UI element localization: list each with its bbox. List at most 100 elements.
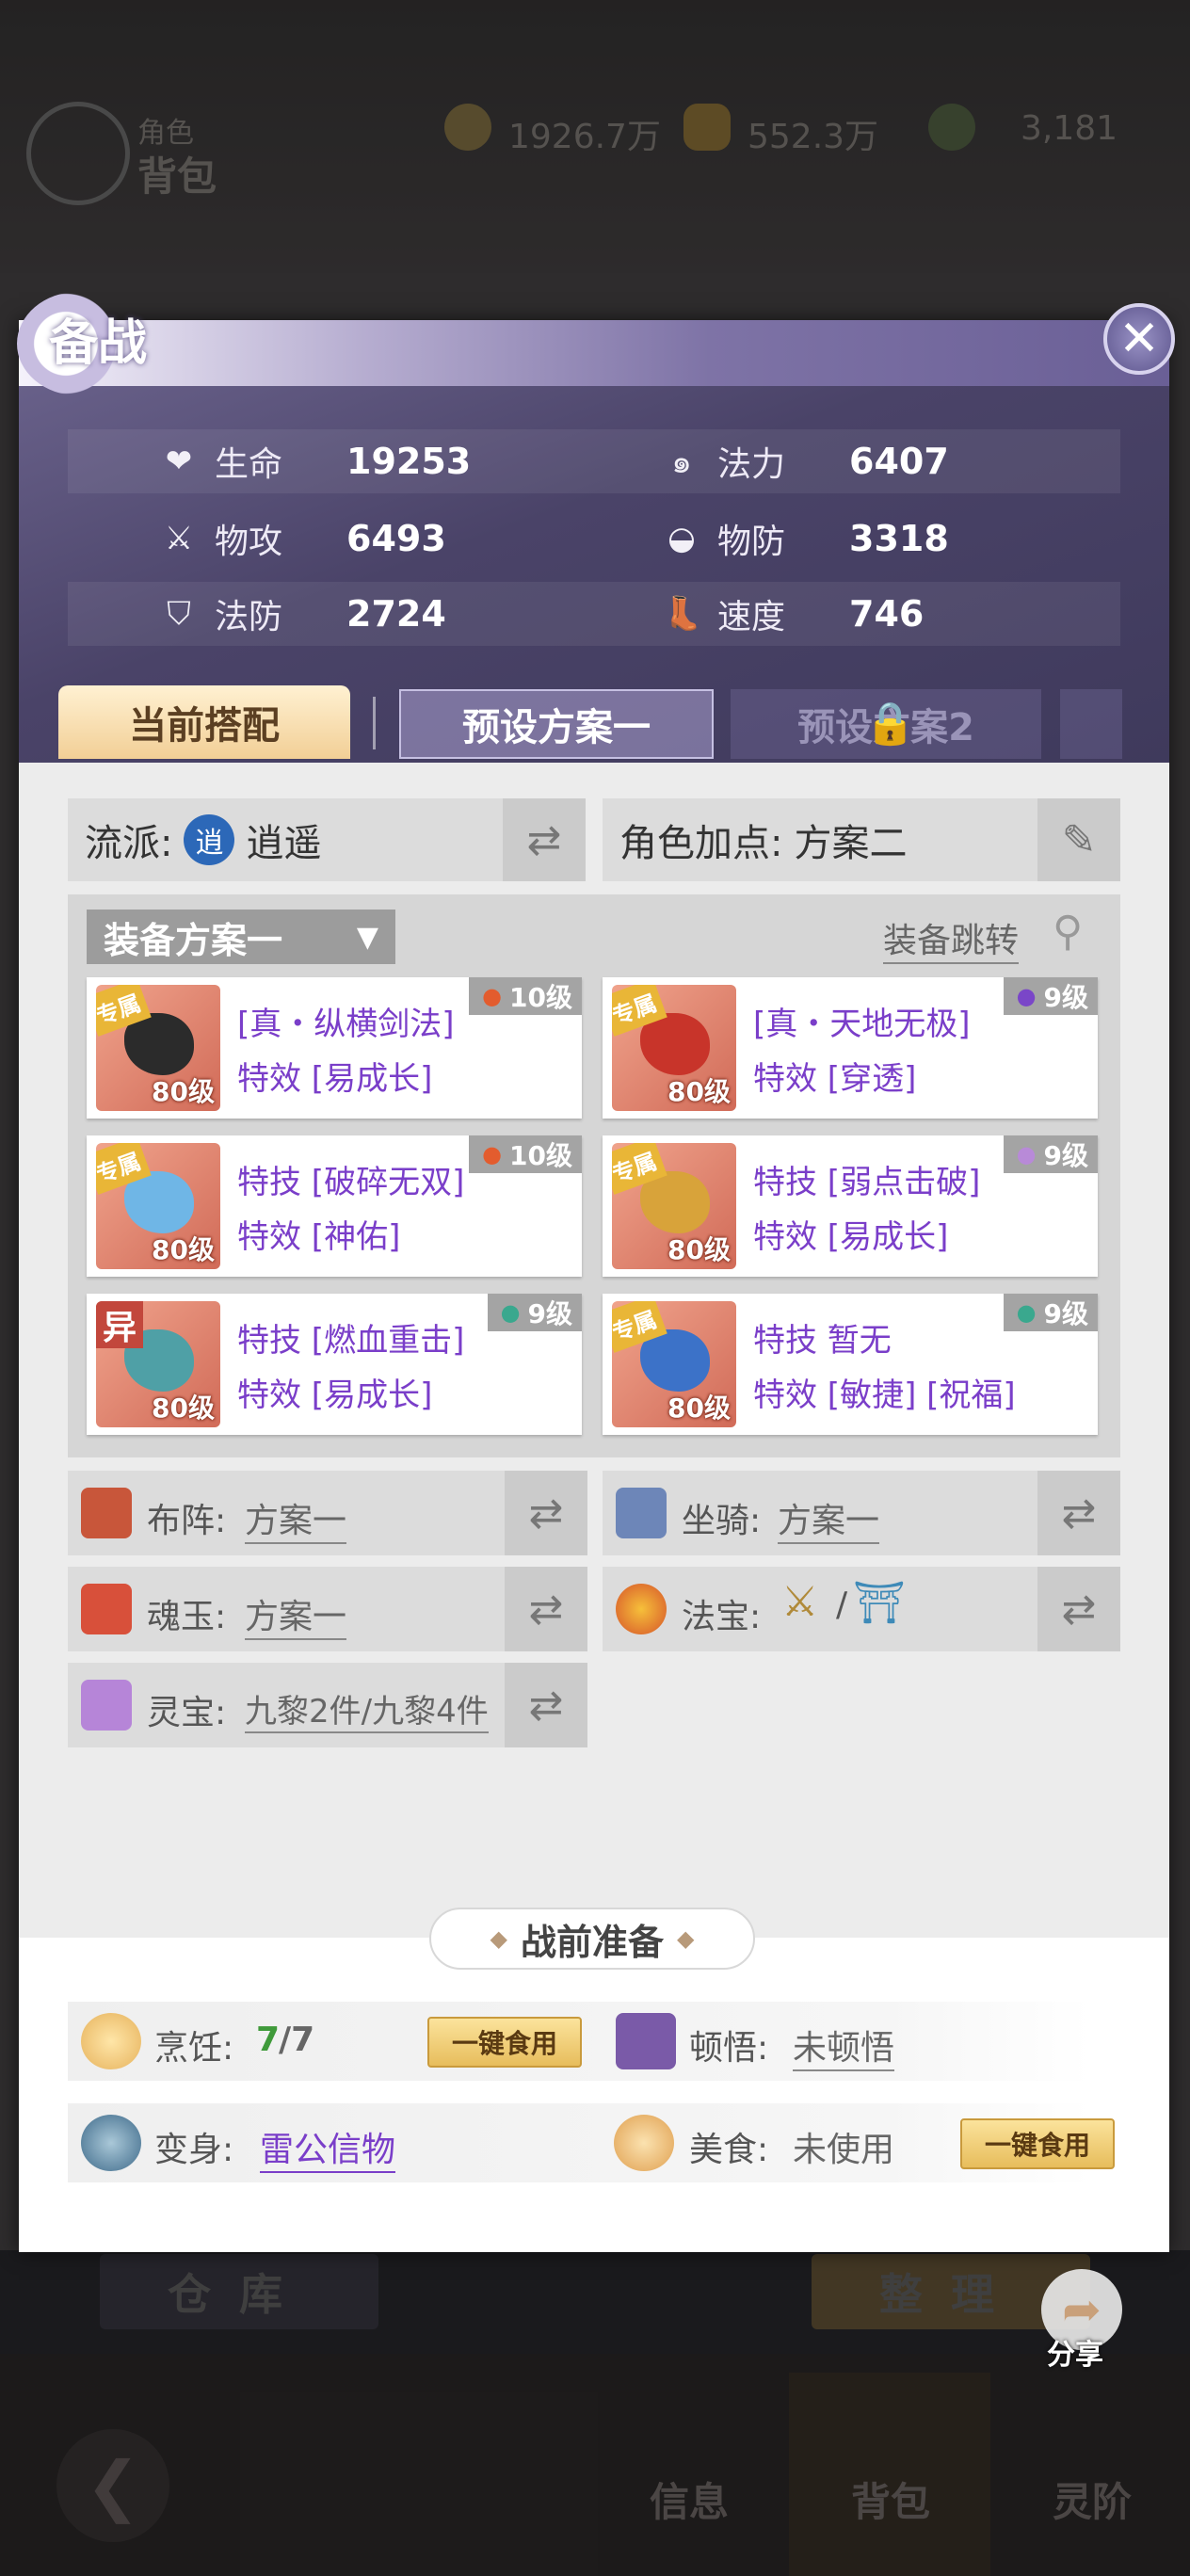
swap-icon: ⇄: [528, 1681, 564, 1730]
stat-patk-label: 物攻: [215, 523, 283, 561]
tab-current-setup[interactable]: 当前搭配: [58, 685, 350, 759]
equipment-card[interactable]: 异 80级 特技 [燃血重击] 特效 [易成长] ● 9级: [87, 1294, 582, 1435]
equipment-line-1: 特技 暂无: [753, 1322, 892, 1360]
mount-swap-button[interactable]: ⇄: [1037, 1471, 1120, 1555]
attr-points-label: 角色加点:: [619, 822, 783, 865]
equipment-icon: 专属 80级: [96, 985, 220, 1111]
formation-label: 布阵:: [147, 1502, 227, 1540]
soul-jade-row: 魂玉: 方案一 ⇄: [68, 1567, 587, 1651]
swirl-icon: ๑: [671, 443, 692, 481]
spirit-treasure-row: 灵宝: 九黎2件/九黎4件 ⇄: [68, 1663, 587, 1747]
cauldron-icon: ⛩: [853, 1579, 906, 1627]
chevron-down-icon: ▼: [356, 920, 378, 954]
insight-value[interactable]: 未顿悟: [793, 2021, 895, 2071]
stat-mp: ๑ 法力 6407: [663, 429, 949, 493]
equipment-level: 80级: [667, 1393, 731, 1424]
equipment-line-1: 特技 [破碎无双]: [237, 1164, 465, 1201]
tab-divider: [373, 697, 376, 749]
armor-icon: ◒: [667, 520, 696, 557]
formation-value[interactable]: 方案一: [245, 1493, 347, 1544]
insight-book-icon: [616, 2013, 676, 2069]
equipment-icon: 专属 80级: [612, 1301, 736, 1427]
share-label[interactable]: 分享: [1047, 2331, 1103, 2373]
school-row: 流派: 逍 逍遥 ⇄: [68, 798, 586, 881]
equipment-line-2: 特效 [易成长]: [753, 1218, 949, 1256]
prep-title-text: 战前准备: [520, 1921, 664, 1963]
equipment-card[interactable]: 专属 80级 [真・天地无极] 特效 [穿透] ● 9级: [603, 977, 1098, 1119]
transform-token-icon: [81, 2115, 141, 2171]
equipment-icon: 异 80级: [96, 1301, 220, 1427]
close-icon: ✕: [1118, 311, 1160, 367]
formation-book-icon: [81, 1488, 132, 1538]
gem-level: 9级: [1043, 1298, 1088, 1329]
school-swap-button[interactable]: ⇄: [503, 798, 586, 881]
stat-speed: 👢 速度 746: [663, 582, 924, 646]
school-emblem-icon: 逍: [184, 814, 235, 865]
gem-badge: ● 10级: [469, 977, 582, 1015]
soul-jade-swap-button[interactable]: ⇄: [505, 1567, 587, 1651]
gem-icon: ●: [482, 983, 503, 1009]
gem-badge: ● 10级: [469, 1135, 582, 1173]
formation-row: 布阵: 方案一 ⇄: [68, 1471, 587, 1555]
soul-jade-icon: [81, 1584, 132, 1634]
equipment-card[interactable]: 专属 80级 特技 暂无特效 [敏捷] [祝福] ● 9级: [603, 1294, 1098, 1435]
insight-label: 顿悟:: [689, 2029, 769, 2068]
equipment-line-2: 特效 [穿透]: [753, 1060, 917, 1098]
food-eat-all-button[interactable]: 一键食用: [960, 2118, 1115, 2169]
gem-icon: ●: [1016, 983, 1037, 1009]
gem-level: 9级: [1043, 1140, 1088, 1171]
gem-badge: ● 9级: [1003, 1294, 1098, 1331]
gem-icon: ●: [1016, 1141, 1037, 1167]
soul-jade-value[interactable]: 方案一: [245, 1589, 347, 1640]
mount-value[interactable]: 方案一: [778, 1493, 880, 1544]
tab-more[interactable]: [1060, 689, 1122, 759]
equipment-jump-link[interactable]: 装备跳转: [883, 913, 1020, 964]
equipment-level: 80级: [152, 1076, 215, 1107]
magic-treasure-swap-button[interactable]: ⇄: [1037, 1567, 1120, 1651]
equipment-card[interactable]: 专属 80级 特技 [弱点击破] 特效 [易成长] ● 9级: [603, 1135, 1098, 1277]
school-value: 逍遥: [246, 822, 322, 865]
equipment-line-2: 特效 [易成长]: [237, 1377, 433, 1414]
mount-label: 坐骑:: [682, 1502, 762, 1540]
search-icon[interactable]: ⚲: [1053, 908, 1083, 956]
attr-points-edit-button[interactable]: ✎: [1037, 798, 1120, 881]
gem-level: 9级: [1043, 982, 1088, 1013]
soul-jade-label: 魂玉:: [147, 1598, 227, 1636]
stat-patk-value: 6493: [346, 518, 446, 559]
stat-hp: ❤ 生命 19253: [160, 429, 471, 493]
gem-level: 9级: [527, 1298, 572, 1329]
equipment-level: 80级: [152, 1393, 215, 1424]
equipment-card[interactable]: 专属 80级 [真・纵横剑法] 特效 [易成长] ● 10级: [87, 977, 582, 1119]
equipment-level: 80级: [667, 1076, 731, 1107]
equipment-plan-dropdown[interactable]: 装备方案一 ▼: [87, 910, 395, 964]
magic-treasure-row: 法宝: ⚔ / ⛩ ⇄: [603, 1567, 1120, 1651]
gem-icon: ●: [1016, 1299, 1037, 1326]
equipment-line-2: 特效 [易成长]: [237, 1060, 433, 1098]
gem-level: 10级: [509, 982, 572, 1013]
food-bowl-icon: [614, 2115, 674, 2171]
transform-value[interactable]: 雷公信物: [260, 2122, 396, 2173]
spirit-treasure-value[interactable]: 九黎2件/九黎4件: [245, 1685, 489, 1733]
cooking-eat-all-button[interactable]: 一键食用: [427, 2017, 582, 2068]
close-button[interactable]: ✕: [1103, 303, 1175, 375]
equipment-line-2: 特效 [敏捷] [祝福]: [753, 1377, 1016, 1414]
spirit-treasure-swap-button[interactable]: ⇄: [505, 1663, 587, 1747]
magic-treasure-label: 法宝:: [682, 1598, 762, 1636]
equipment-card[interactable]: 专属 80级 特技 [破碎无双] 特效 [神佑] ● 10级: [87, 1135, 582, 1277]
stat-mdef-label: 法防: [215, 598, 283, 636]
mount-scroll-icon: [616, 1488, 667, 1538]
formation-swap-button[interactable]: ⇄: [505, 1471, 587, 1555]
stat-hp-label: 生命: [215, 445, 283, 484]
school-label: 流派:: [85, 822, 173, 865]
boot-icon: 👢: [663, 595, 703, 633]
attr-points-value: 方案二: [794, 822, 908, 865]
cooking-count: 7: [256, 2021, 281, 2059]
diamond-icon: ◆: [490, 1925, 507, 1952]
lock-icon: 🔒: [864, 700, 916, 748]
shield-icon: ⛉: [167, 595, 191, 633]
equipment-tag: 异: [96, 1301, 143, 1348]
tab-preset-1[interactable]: 预设方案一: [399, 689, 714, 759]
dialog-title: 备战: [49, 315, 148, 372]
stat-mp-label: 法力: [717, 445, 786, 484]
swap-icon: ⇄: [526, 815, 562, 864]
